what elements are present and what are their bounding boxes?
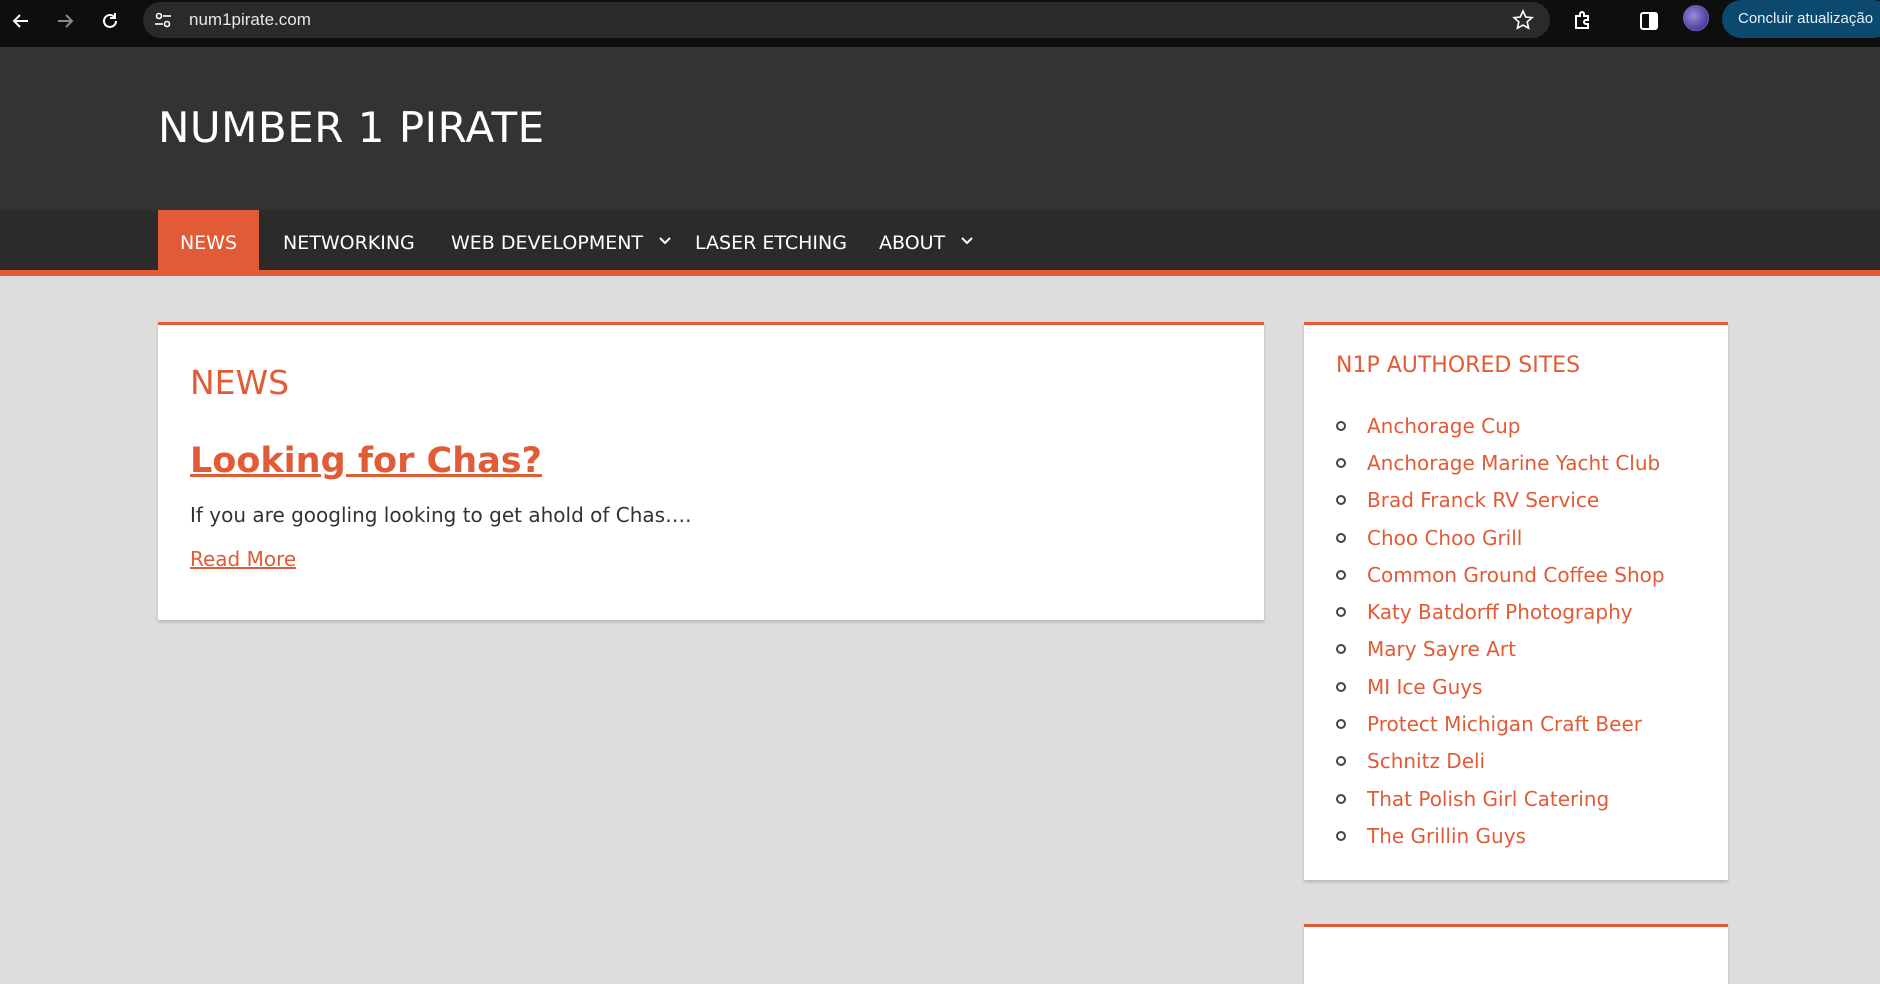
- address-bar[interactable]: num1pirate.com: [143, 2, 1550, 38]
- nav-label: NEWS: [179, 232, 238, 254]
- nav-label: WEB DEVELOPMENT: [451, 232, 644, 254]
- bullet-icon: [1336, 644, 1346, 655]
- list-item: That Polish Girl Catering: [1336, 780, 1665, 817]
- site-link[interactable]: Brad Franck RV Service: [1367, 488, 1599, 512]
- extensions-button[interactable]: [1568, 6, 1598, 36]
- read-more-link[interactable]: Read More: [190, 547, 296, 571]
- site-link[interactable]: The Grillin Guys: [1367, 824, 1526, 848]
- nav-label: NETWORKING: [283, 232, 415, 254]
- page-title: NEWS: [190, 363, 290, 402]
- site-info-icon[interactable]: [153, 10, 173, 30]
- profile-avatar[interactable]: [1683, 5, 1709, 31]
- main-navigation: NEWS NETWORKING WEB DEVELOPMENT LASER ET…: [0, 210, 1880, 276]
- nav-item-web-development[interactable]: WEB DEVELOPMENT: [451, 210, 671, 276]
- site-link[interactable]: Anchorage Marine Yacht Club: [1367, 451, 1660, 475]
- nav-item-about[interactable]: ABOUT: [879, 210, 973, 276]
- forward-arrow-icon: [58, 14, 74, 28]
- site-header: NUMBER 1 PIRATE: [0, 47, 1880, 210]
- update-button[interactable]: Concluir atualização: [1722, 0, 1880, 38]
- reload-icon: [103, 13, 117, 28]
- list-item: Protect Michigan Craft Beer: [1336, 705, 1665, 742]
- browser-toolbar: num1pirate.com Concluir atualização: [0, 0, 1880, 47]
- bullet-icon: [1336, 719, 1346, 730]
- bullet-icon: [1336, 457, 1346, 468]
- bullet-icon: [1336, 532, 1346, 543]
- site-link[interactable]: MI Ice Guys: [1367, 675, 1483, 699]
- bookmark-star-icon[interactable]: [1512, 9, 1534, 31]
- site-list: Anchorage Cup Anchorage Marine Yacht Clu…: [1336, 407, 1665, 855]
- site-link[interactable]: That Polish Girl Catering: [1367, 787, 1609, 811]
- news-card: NEWS Looking for Chas? If you are googli…: [158, 322, 1264, 620]
- list-item: The Grillin Guys: [1336, 817, 1665, 854]
- post-excerpt: If you are googling looking to get ahold…: [190, 503, 692, 527]
- side-panel-icon: [1640, 12, 1658, 30]
- bullet-icon: [1336, 420, 1346, 431]
- bullet-icon: [1336, 681, 1346, 692]
- bullet-icon: [1336, 569, 1346, 580]
- sidebar-widget-second: [1304, 924, 1728, 984]
- side-panel-button[interactable]: [1634, 6, 1664, 36]
- sidebar-title: N1P AUTHORED SITES: [1336, 353, 1581, 378]
- chevron-down-icon: [961, 236, 973, 244]
- list-item: Anchorage Cup: [1336, 407, 1665, 444]
- site-link[interactable]: Mary Sayre Art: [1367, 637, 1516, 661]
- reload-button[interactable]: [95, 6, 125, 36]
- chevron-down-icon: [659, 236, 671, 244]
- list-item: Brad Franck RV Service: [1336, 482, 1665, 519]
- bullet-icon: [1336, 495, 1346, 506]
- site-link[interactable]: Schnitz Deli: [1367, 749, 1485, 773]
- forward-button[interactable]: [50, 6, 80, 36]
- url-text[interactable]: num1pirate.com: [189, 10, 311, 30]
- puzzle-icon: [1575, 11, 1589, 29]
- nav-label: LASER ETCHING: [695, 232, 847, 254]
- nav-label: ABOUT: [879, 232, 946, 254]
- site-link[interactable]: Katy Batdorff Photography: [1367, 600, 1633, 624]
- list-item: Katy Batdorff Photography: [1336, 593, 1665, 630]
- list-item: Choo Choo Grill: [1336, 519, 1665, 556]
- list-item: Schnitz Deli: [1336, 743, 1665, 780]
- nav-item-news[interactable]: NEWS: [158, 210, 259, 276]
- bullet-icon: [1336, 830, 1346, 841]
- site-link[interactable]: Common Ground Coffee Shop: [1367, 563, 1665, 587]
- bullet-icon: [1336, 793, 1346, 804]
- nav-item-networking[interactable]: NETWORKING: [283, 210, 415, 276]
- post-title-link[interactable]: Looking for Chas?: [190, 441, 542, 481]
- list-item: Anchorage Marine Yacht Club: [1336, 444, 1665, 481]
- back-arrow-icon: [12, 14, 28, 28]
- list-item: Mary Sayre Art: [1336, 631, 1665, 668]
- site-link[interactable]: Choo Choo Grill: [1367, 526, 1522, 550]
- list-item: Common Ground Coffee Shop: [1336, 556, 1665, 593]
- list-item: MI Ice Guys: [1336, 668, 1665, 705]
- bullet-icon: [1336, 756, 1346, 767]
- sidebar-authored-sites: N1P AUTHORED SITES Anchorage Cup Anchora…: [1304, 322, 1728, 880]
- bullet-icon: [1336, 607, 1346, 618]
- site-link[interactable]: Anchorage Cup: [1367, 414, 1520, 438]
- site-title[interactable]: NUMBER 1 PIRATE: [158, 103, 545, 152]
- nav-item-laser-etching[interactable]: LASER ETCHING: [695, 210, 847, 276]
- back-button[interactable]: [6, 6, 36, 36]
- site-link[interactable]: Protect Michigan Craft Beer: [1367, 712, 1642, 736]
